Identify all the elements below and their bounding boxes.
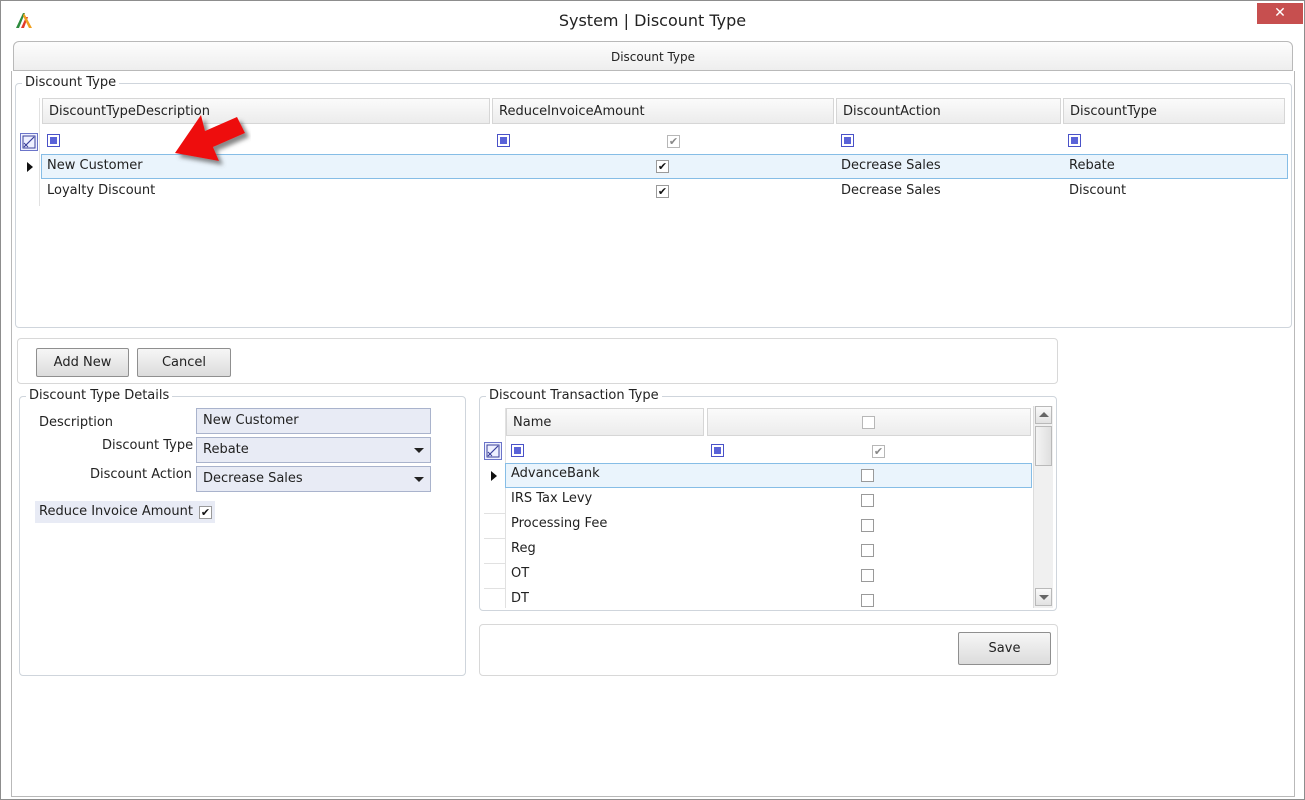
discount-type-selected: Rebate — [203, 442, 249, 457]
filter-selected-checkbox[interactable]: ✔ — [872, 445, 885, 458]
discount-action-selected: Decrease Sales — [203, 471, 303, 486]
scroll-down-icon[interactable] — [1035, 588, 1052, 606]
row-divider — [484, 563, 506, 564]
filter-discount-type[interactable] — [1068, 134, 1081, 147]
filter-reduce-invoice[interactable] — [497, 134, 510, 147]
table-cell-discount-type[interactable]: Discount — [1069, 179, 1126, 203]
description-label: Description — [39, 415, 114, 430]
save-button[interactable]: Save — [958, 632, 1051, 665]
chevron-down-icon — [414, 477, 424, 482]
filter-description[interactable] — [47, 134, 60, 147]
group-title: Discount Type — [22, 75, 120, 90]
table-cell-description[interactable]: New Customer — [47, 154, 143, 178]
title-bar: System | Discount Type ✕ — [1, 1, 1304, 39]
annotation-arrow-icon — [175, 115, 245, 161]
list-item-name[interactable]: Reg — [511, 537, 536, 561]
row-divider — [484, 513, 506, 514]
table-cell-discount-type[interactable]: Rebate — [1069, 154, 1115, 178]
column-header-discount-type[interactable]: DiscountType — [1063, 98, 1285, 124]
list-item-name[interactable]: AdvanceBank — [511, 462, 600, 486]
current-row-indicator-icon — [27, 162, 33, 172]
table-cell-reduce-invoice-checkbox[interactable]: ✔ — [656, 160, 669, 173]
table-cell-reduce-invoice-checkbox[interactable]: ✔ — [656, 185, 669, 198]
filter-editor-icon[interactable] — [484, 442, 502, 460]
select-all-checkbox[interactable] — [862, 416, 875, 429]
vertical-scrollbar[interactable] — [1033, 406, 1053, 608]
cancel-button[interactable]: Cancel — [137, 348, 231, 377]
table-cell-description[interactable]: Loyalty Discount — [47, 179, 155, 203]
filter-selected[interactable] — [711, 444, 724, 457]
application-window: System | Discount Type ✕ Discount Type D… — [0, 0, 1305, 800]
filter-name[interactable] — [511, 444, 524, 457]
list-item-checkbox[interactable] — [861, 469, 874, 482]
table-cell-discount-action[interactable]: Decrease Sales — [841, 179, 941, 203]
discount-action-dropdown[interactable]: Decrease Sales — [196, 466, 431, 492]
scrollbar-thumb[interactable] — [1035, 426, 1052, 466]
discount-type-dropdown[interactable]: Rebate — [196, 437, 431, 463]
window-title: System | Discount Type — [558, 11, 747, 30]
column-header-selected[interactable] — [707, 408, 1031, 436]
description-field[interactable]: New Customer — [196, 408, 431, 434]
list-item-checkbox[interactable] — [861, 594, 874, 607]
filter-reduce-invoice-checkbox[interactable]: ✔ — [667, 135, 680, 148]
chevron-down-icon — [414, 448, 424, 453]
scroll-up-icon[interactable] — [1035, 406, 1052, 424]
row-divider — [484, 588, 506, 589]
table-cell-discount-action[interactable]: Decrease Sales — [841, 154, 941, 178]
add-new-button[interactable]: Add New — [36, 348, 129, 377]
reduce-invoice-amount-label: Reduce Invoice Amount — [39, 504, 193, 519]
list-item-checkbox[interactable] — [861, 569, 874, 582]
list-item-name[interactable]: OT — [511, 562, 529, 586]
group-title: Discount Transaction Type — [486, 388, 662, 403]
filter-discount-action[interactable] — [841, 134, 854, 147]
list-item-checkbox[interactable] — [861, 519, 874, 532]
grid-row-header-column — [484, 408, 506, 608]
column-header-description[interactable]: DiscountTypeDescription — [42, 98, 490, 124]
tab-discount-type[interactable]: Discount Type — [13, 41, 1293, 71]
row-divider — [484, 538, 506, 539]
list-item-checkbox[interactable] — [861, 544, 874, 557]
group-title: Discount Type Details — [26, 388, 173, 403]
list-item-name[interactable]: IRS Tax Levy — [511, 487, 592, 511]
discount-action-label: Discount Action — [90, 467, 192, 482]
reduce-invoice-amount-row: Reduce Invoice Amount ✔ — [35, 501, 215, 523]
column-header-name[interactable]: Name — [506, 408, 704, 436]
filter-editor-icon[interactable] — [20, 133, 38, 151]
column-header-discount-action[interactable]: DiscountAction — [836, 98, 1061, 124]
grid-row-header-column — [20, 98, 40, 206]
reduce-invoice-amount-checkbox[interactable]: ✔ — [199, 506, 212, 519]
column-header-reduce-invoice[interactable]: ReduceInvoiceAmount — [492, 98, 834, 124]
list-item-name[interactable]: DT — [511, 587, 529, 611]
tab-label: Discount Type — [610, 50, 696, 64]
discount-type-label: Discount Type — [102, 438, 194, 453]
list-item-checkbox[interactable] — [861, 494, 874, 507]
close-button[interactable]: ✕ — [1257, 3, 1303, 24]
list-item-name[interactable]: Processing Fee — [511, 512, 607, 536]
current-row-indicator-icon — [491, 471, 497, 481]
